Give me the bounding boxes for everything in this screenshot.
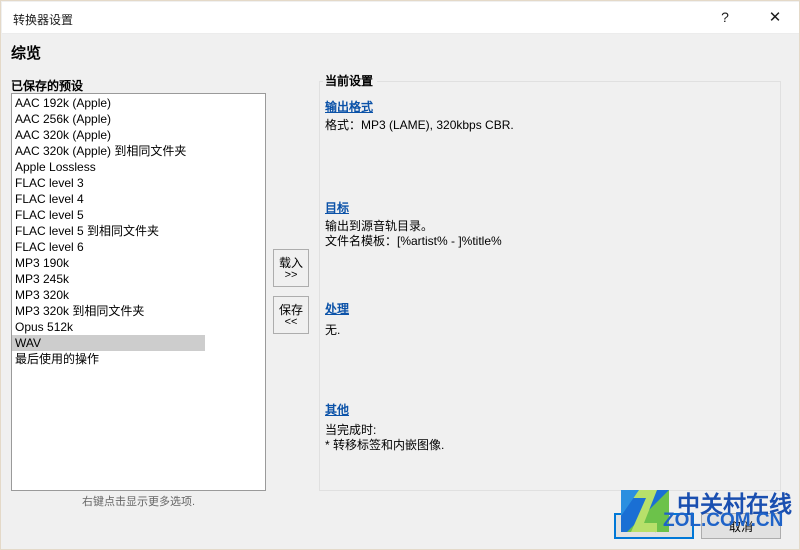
saved-presets-listbox[interactable]: AAC 192k (Apple) AAC 256k (Apple) AAC 320k… <box>11 93 266 491</box>
preset-list-item[interactable]: AAC 192k (Apple) <box>12 95 265 111</box>
preset-list-item[interactable]: Apple Lossless <box>12 159 265 175</box>
preset-list-item[interactable]: MP3 320k <box>12 287 265 303</box>
preset-list-item[interactable]: AAC 320k (Apple) 到相同文件夹 <box>12 143 265 159</box>
preset-list-item[interactable]: MP3 320k 到相同文件夹 <box>12 303 265 319</box>
save-preset-button[interactable]: 保存 << <box>273 296 309 334</box>
window-title: 转换器设置 <box>13 13 74 27</box>
listbox-hint-text: 右键点击显示更多选项. <box>81 496 196 508</box>
preset-list-item[interactable]: FLAC level 5 <box>12 207 265 223</box>
saved-presets-label: 已保存的预设 <box>11 79 84 93</box>
preset-list-item[interactable]: MP3 245k <box>12 271 265 287</box>
preset-list-item[interactable]: AAC 320k (Apple) <box>12 127 265 143</box>
preset-list-item[interactable]: WAV <box>12 335 205 351</box>
page-title: 综览 <box>11 45 42 62</box>
preset-list-item[interactable]: 最后使用的操作 <box>12 351 265 367</box>
other-link[interactable]: 其他 <box>325 401 349 418</box>
other-text: 当完成时: * 转移标签和内嵌图像. <box>325 423 445 452</box>
ok-button[interactable]: 确定 <box>614 513 694 539</box>
preset-list-item[interactable]: FLAC level 5 到相同文件夹 <box>12 223 265 239</box>
processing-text: 无. <box>325 323 341 337</box>
converter-settings-dialog: 转换器设置 ? ✕ 综览 已保存的预设 AAC 192k (Apple) AAC … <box>0 0 800 550</box>
output-format-link[interactable]: 输出格式 <box>325 98 373 115</box>
preset-list-item[interactable]: FLAC level 6 <box>12 239 265 255</box>
load-button-arrows: >> <box>284 268 298 281</box>
question-mark-icon: ? <box>721 9 729 25</box>
target-text: 输出到源音轨目录。 文件名模板：[%artist% - ]%title% <box>325 219 502 248</box>
preset-list-item[interactable]: Opus 512k <box>12 319 265 335</box>
processing-link[interactable]: 处理 <box>325 300 349 317</box>
current-settings-title: 当前设置 <box>323 72 378 89</box>
close-button[interactable]: ✕ <box>752 2 798 33</box>
preset-list-item[interactable]: FLAC level 3 <box>12 175 265 191</box>
target-link[interactable]: 目标 <box>325 199 349 216</box>
cancel-button[interactable]: 取消 <box>701 513 781 539</box>
help-button[interactable]: ? <box>702 2 748 33</box>
preset-list-item[interactable]: MP3 190k <box>12 255 265 271</box>
save-button-arrows: << <box>284 315 298 328</box>
save-button-label: 保存 <box>278 302 303 317</box>
load-button-label: 载入 <box>278 255 303 270</box>
preset-list-item[interactable]: FLAC level 4 <box>12 191 265 207</box>
preset-list-item[interactable]: AAC 256k (Apple) <box>12 111 265 127</box>
load-preset-button[interactable]: 载入 >> <box>273 249 309 287</box>
output-format-text: 格式：MP3 (LAME), 320kbps CBR. <box>325 118 514 132</box>
title-bar: 转换器设置 ? ✕ <box>2 2 799 34</box>
close-icon: ✕ <box>768 9 782 26</box>
